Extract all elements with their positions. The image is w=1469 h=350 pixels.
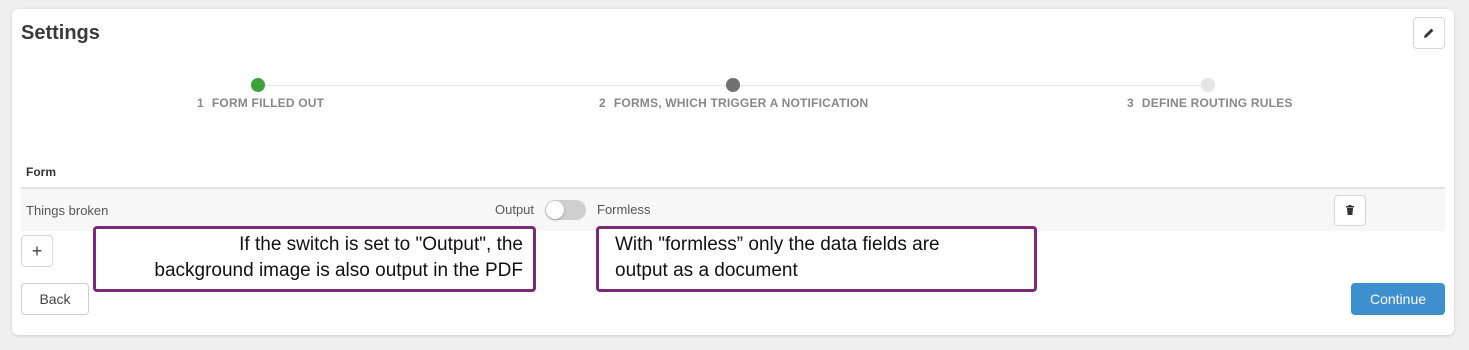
switch-label-output: Output [495, 202, 535, 217]
table-row [21, 189, 1445, 231]
toggle-knob [546, 201, 564, 219]
callout-2-line-2: output as a document [615, 260, 798, 281]
pencil-icon [1424, 28, 1434, 38]
callout-2-line-1: With "formless” only the data fields are [615, 234, 940, 255]
back-button[interactable]: Back [21, 283, 89, 315]
step-1-label[interactable]: 1 FORM FILLED OUT [197, 96, 324, 110]
page-title: Settings [21, 22, 100, 44]
delete-row-button[interactable] [1334, 195, 1366, 226]
callout-formless-explanation: With "formless” only the data fields are… [596, 226, 1037, 292]
callout-1-line-2: background image is also output in the P… [154, 260, 523, 281]
add-form-button[interactable]: + [21, 235, 53, 267]
plus-icon: + [31, 240, 43, 261]
step-2-indicator [726, 78, 740, 92]
step-1-indicator [251, 78, 265, 92]
step-3-indicator [1201, 78, 1215, 92]
callout-1-line-1: If the switch is set to "Output", the [239, 234, 523, 255]
column-header-form: Form [26, 165, 56, 179]
continue-button[interactable]: Continue [1351, 283, 1445, 315]
switch-label-formless: Formless [597, 202, 651, 217]
edit-button[interactable] [1413, 17, 1445, 49]
step-3-label[interactable]: 3 DEFINE ROUTING RULES [1127, 96, 1293, 110]
output-formless-toggle[interactable] [545, 200, 586, 220]
step-2-label[interactable]: 2 FORMS, WHICH TRIGGER A NOTIFICATION [599, 96, 868, 110]
trash-icon [1346, 205, 1354, 215]
callout-output-explanation: If the switch is set to "Output", the ba… [93, 226, 536, 292]
form-name: Things broken [26, 203, 109, 218]
